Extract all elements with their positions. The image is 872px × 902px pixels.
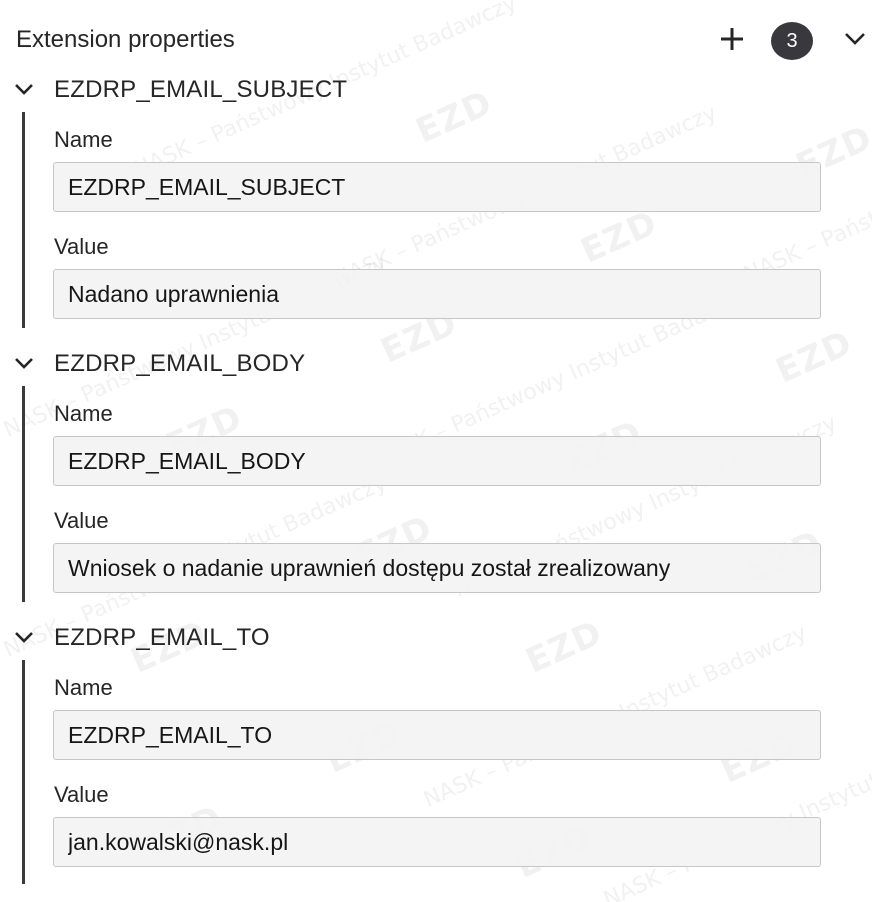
property-group: EZDRP_EMAIL_BODY Name Value: [0, 346, 872, 616]
value-label: Value: [54, 782, 109, 807]
property-toggle-button[interactable]: [12, 352, 36, 376]
group-indent-line: [22, 660, 25, 884]
chevron-down-icon: [15, 84, 33, 95]
value-input[interactable]: [53, 817, 821, 867]
value-input[interactable]: [53, 269, 821, 319]
group-indent-line: [22, 112, 25, 328]
property-title: EZDRP_EMAIL_BODY: [54, 350, 306, 377]
property-group: EZDRP_EMAIL_TO Name Value: [0, 620, 872, 890]
chevron-down-icon: [845, 33, 865, 45]
chevron-down-icon: [15, 358, 33, 369]
plus-icon: [721, 28, 743, 50]
add-property-button[interactable]: [716, 22, 748, 56]
property-toggle-button[interactable]: [12, 626, 36, 650]
name-input[interactable]: [53, 436, 821, 486]
value-label: Value: [54, 234, 109, 259]
property-count-badge: 3: [771, 22, 813, 60]
name-label: Name: [54, 127, 113, 152]
chevron-down-icon: [15, 632, 33, 643]
name-input[interactable]: [53, 710, 821, 760]
collapse-panel-button[interactable]: [841, 24, 869, 54]
property-title: EZDRP_EMAIL_SUBJECT: [54, 76, 348, 103]
panel-title: Extension properties: [16, 26, 235, 53]
name-label: Name: [54, 675, 113, 700]
property-title: EZDRP_EMAIL_TO: [54, 624, 270, 651]
group-indent-line: [22, 386, 25, 602]
property-toggle-button[interactable]: [12, 78, 36, 102]
name-input[interactable]: [53, 162, 821, 212]
name-label: Name: [54, 401, 113, 426]
value-input[interactable]: [53, 543, 821, 593]
panel-header: Extension properties 3: [16, 22, 865, 60]
extension-properties-panel: EZD EZD EZD EZD EZD EZD EZD EZD EZD EZD …: [0, 0, 872, 902]
property-group: EZDRP_EMAIL_SUBJECT Name Value: [0, 72, 872, 342]
value-label: Value: [54, 508, 109, 533]
